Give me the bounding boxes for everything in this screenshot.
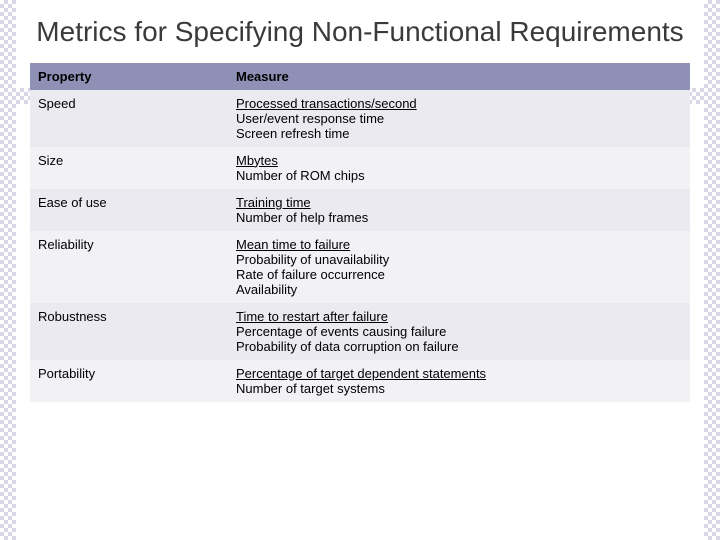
measure-line: User/event response time (236, 111, 682, 126)
measure-line: Number of ROM chips (236, 168, 682, 183)
property-cell: Speed (30, 90, 228, 147)
metrics-table: Property Measure SpeedProcessed transact… (30, 63, 690, 402)
property-cell: Ease of use (30, 189, 228, 231)
property-cell: Portability (30, 360, 228, 402)
measure-cell: MbytesNumber of ROM chips (228, 147, 690, 189)
measure-cell: Percentage of target dependent statement… (228, 360, 690, 402)
measure-line: Mean time to failure (236, 237, 682, 252)
measure-line: Number of help frames (236, 210, 682, 225)
measure-line: Probability of data corruption on failur… (236, 339, 682, 354)
measure-line: Availability (236, 282, 682, 297)
measure-cell: Time to restart after failurePercentage … (228, 303, 690, 360)
table-header-row: Property Measure (30, 63, 690, 90)
measure-line: Mbytes (236, 153, 682, 168)
table-row: RobustnessTime to restart after failureP… (30, 303, 690, 360)
measure-line: Probability of unavailability (236, 252, 682, 267)
header-measure: Measure (228, 63, 690, 90)
measure-line: Training time (236, 195, 682, 210)
measure-line: Rate of failure occurrence (236, 267, 682, 282)
slide: Metrics for Specifying Non-Functional Re… (0, 0, 720, 540)
measure-cell: Mean time to failureProbability of unava… (228, 231, 690, 303)
property-cell: Robustness (30, 303, 228, 360)
measure-line: Number of target systems (236, 381, 682, 396)
table-row: Portability Percentage of target dependen… (30, 360, 690, 402)
table-row: SpeedProcessed transactions/secondUser/e… (30, 90, 690, 147)
decorative-border-left (0, 0, 16, 540)
property-cell: Reliability (30, 231, 228, 303)
header-property: Property (30, 63, 228, 90)
measure-line: Percentage of events causing failure (236, 324, 682, 339)
decorative-border-right (704, 0, 720, 540)
measure-line: Processed transactions/second (236, 96, 682, 111)
table-row: SizeMbytesNumber of ROM chips (30, 147, 690, 189)
measure-line: Screen refresh time (236, 126, 682, 141)
table-row: ReliabilityMean time to failureProbabili… (30, 231, 690, 303)
measure-cell: Training timeNumber of help frames (228, 189, 690, 231)
page-title: Metrics for Specifying Non-Functional Re… (30, 15, 690, 49)
measure-line: Time to restart after failure (236, 309, 682, 324)
measure-line: Percentage of target dependent statement… (236, 366, 682, 381)
property-cell: Size (30, 147, 228, 189)
measure-cell: Processed transactions/secondUser/event … (228, 90, 690, 147)
table-row: Ease of useTraining timeNumber of help f… (30, 189, 690, 231)
